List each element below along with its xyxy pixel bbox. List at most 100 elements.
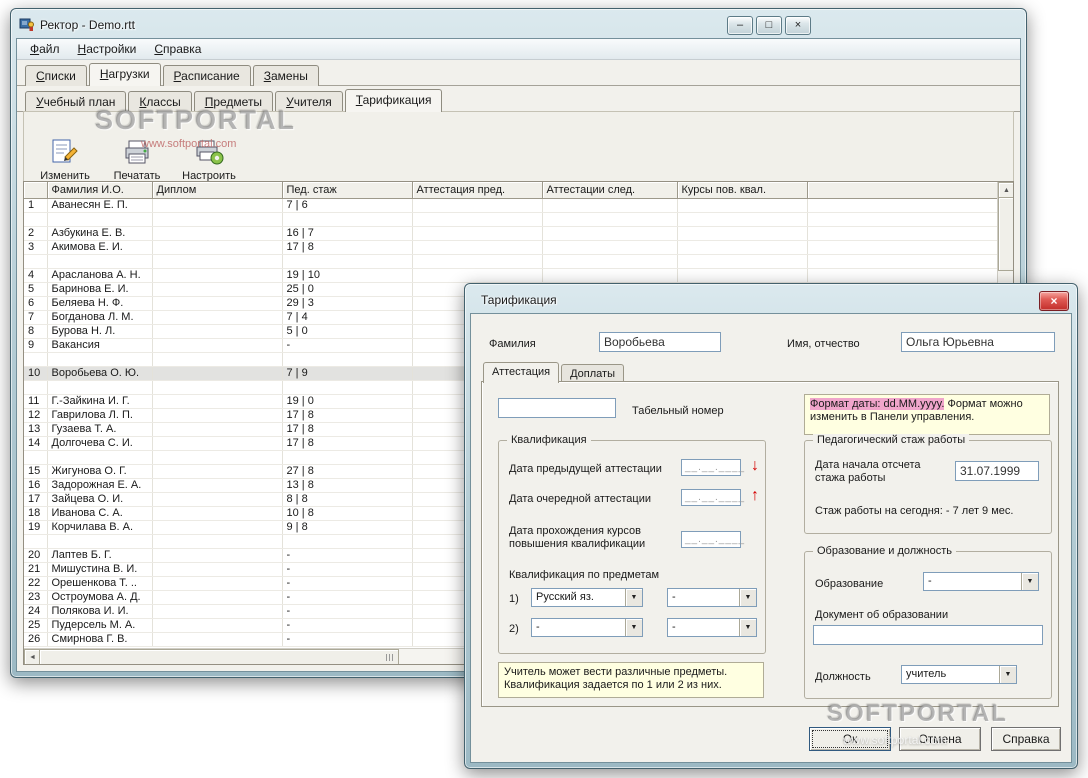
tab-main-3[interactable]: Замены: [252, 65, 319, 86]
table-cell: Аванесян Е. П.: [47, 198, 153, 213]
ok-button[interactable]: Ок: [809, 727, 891, 751]
table-spacer-row[interactable]: [24, 212, 998, 227]
minimize-button[interactable]: –: [727, 16, 753, 35]
table-cell: 7 | 6: [282, 198, 413, 213]
table-cell: [152, 618, 283, 633]
table-row[interactable]: 3 Акимова Е. И. 17 | 8: [24, 240, 998, 255]
help-button[interactable]: Справка: [991, 727, 1061, 751]
table-cell: Жигунова О. Г.: [47, 464, 153, 479]
firstname-input[interactable]: [901, 332, 1055, 352]
chevron-down-icon[interactable]: ▼: [625, 589, 642, 606]
table-row[interactable]: 2 Азбукина Е. В. 16 | 7: [24, 226, 998, 241]
column-header[interactable]: Аттестации след.: [542, 182, 678, 199]
table-cell: 15: [24, 464, 48, 479]
tab-sub-0[interactable]: Учебный план: [25, 91, 127, 112]
subject2-number: 2): [509, 623, 519, 635]
tab-main-1[interactable]: Нагрузки: [88, 63, 161, 86]
main-titlebar[interactable]: Ректор - Demo.rtt – □ ×: [15, 13, 1022, 37]
column-header[interactable]: Пед. стаж: [282, 182, 413, 199]
experience-today-text: Стаж работы на сегодня: - 7 лет 9 мес.: [815, 505, 1014, 517]
experience-start-date-input[interactable]: [955, 461, 1039, 481]
menu-item-1[interactable]: Настройки: [69, 40, 146, 58]
education-document-input[interactable]: [813, 625, 1043, 645]
close-button[interactable]: ×: [785, 16, 811, 35]
table-cell: 12: [24, 408, 48, 423]
table-cell: [412, 198, 543, 213]
vertical-scroll-thumb[interactable]: [998, 197, 1013, 271]
tab-sub-2[interactable]: Предметы: [193, 91, 274, 112]
toolbar-edit-button[interactable]: Изменить: [36, 116, 94, 182]
table-cell: 24: [24, 604, 48, 619]
table-cell: Гаврилова Л. П.: [47, 408, 153, 423]
subject1-combo-value: Русский яз.: [536, 591, 594, 603]
table-cell: 10 | 8: [282, 506, 413, 521]
table-cell: [807, 240, 998, 255]
table-cell: 10: [24, 366, 48, 381]
table-cell: 22: [24, 576, 48, 591]
column-header[interactable]: Аттестация пред.: [412, 182, 543, 199]
courses-date-input[interactable]: __.__.____: [681, 531, 744, 548]
experience-group: Педагогический стаж работы Дата начала о…: [804, 434, 1052, 534]
dialog-tabs: Аттестация Доплаты: [483, 362, 626, 383]
grade1-combo[interactable]: - ▼: [667, 588, 757, 607]
menu-item-2[interactable]: Справка: [145, 40, 210, 58]
column-header[interactable]: Фамилия И.О.: [47, 182, 153, 199]
table-cell: 16 | 7: [282, 226, 413, 241]
position-combo[interactable]: учитель ▼: [901, 665, 1017, 684]
subject1-combo[interactable]: Русский яз. ▼: [531, 588, 643, 607]
tab-main-2[interactable]: Расписание: [162, 65, 251, 86]
dialog-tab-0[interactable]: Аттестация: [483, 362, 560, 383]
table-cell: [282, 254, 413, 269]
cancel-button[interactable]: Отмена: [899, 727, 981, 751]
next-attestation-date-input[interactable]: __.__.____: [681, 489, 744, 506]
education-combo[interactable]: - ▼: [923, 572, 1039, 591]
column-header[interactable]: Диплом: [152, 182, 283, 199]
toolbar-print-button[interactable]: Печатать: [108, 116, 166, 182]
grade2-combo-value: -: [672, 621, 676, 633]
subject2-combo[interactable]: - ▼: [531, 618, 643, 637]
chevron-down-icon[interactable]: ▼: [739, 589, 756, 606]
table-spacer-row[interactable]: [24, 254, 998, 269]
dialog-titlebar[interactable]: Тарификация ×: [469, 288, 1073, 312]
prev-attestation-date-input[interactable]: __.__.____: [681, 459, 744, 476]
surname-input[interactable]: [599, 332, 721, 352]
table-cell: 5: [24, 282, 48, 297]
tab-sub-4[interactable]: Тарификация: [344, 89, 443, 112]
personnel-number-input[interactable]: [498, 398, 616, 418]
table-cell: Лаптев Б. Г.: [47, 548, 153, 563]
column-header-blank[interactable]: [24, 182, 48, 199]
table-cell: [152, 282, 283, 297]
chevron-down-icon[interactable]: ▼: [1021, 573, 1038, 590]
tab-sub-3[interactable]: Учителя: [275, 91, 343, 112]
column-header-blank[interactable]: [807, 182, 998, 199]
table-row[interactable]: 4 Арасланова А. Н. 19 | 10: [24, 268, 998, 283]
table-cell: Смирнова Г. В.: [47, 632, 153, 647]
table-cell: [412, 254, 543, 269]
grade1-combo-value: -: [672, 591, 676, 603]
experience-legend: Педагогический стаж работы: [813, 434, 970, 446]
chevron-down-icon[interactable]: ▼: [625, 619, 642, 636]
table-row[interactable]: 1 Аванесян Е. П. 7 | 6: [24, 198, 998, 213]
column-header[interactable]: Курсы пов. квал.: [677, 182, 808, 199]
table-cell: [677, 198, 808, 213]
tab-main-0[interactable]: Списки: [25, 65, 87, 86]
grade2-combo[interactable]: - ▼: [667, 618, 757, 637]
chevron-down-icon[interactable]: ▼: [999, 666, 1016, 683]
horizontal-scroll-thumb[interactable]: [39, 649, 399, 664]
table-cell: [152, 576, 283, 591]
table-cell: [152, 366, 283, 381]
app-icon: [19, 17, 35, 33]
subject1-number: 1): [509, 593, 519, 605]
table-cell: [677, 254, 808, 269]
position-label: Должность: [815, 671, 871, 683]
chevron-down-icon[interactable]: ▼: [739, 619, 756, 636]
table-cell: Акимова Е. И.: [47, 240, 153, 255]
red-up-arrow-icon: ↑: [751, 487, 759, 504]
table-cell: 16: [24, 478, 48, 493]
maximize-button[interactable]: □: [756, 16, 782, 35]
tab-sub-1[interactable]: Классы: [128, 91, 192, 112]
toolbar-configure-button[interactable]: Настроить: [180, 116, 238, 182]
dialog-close-button[interactable]: ×: [1039, 291, 1069, 311]
menu-item-0[interactable]: Файл: [21, 40, 69, 58]
tarification-dialog: Тарификация × Фамилия Имя, отчество Атте…: [464, 283, 1078, 769]
